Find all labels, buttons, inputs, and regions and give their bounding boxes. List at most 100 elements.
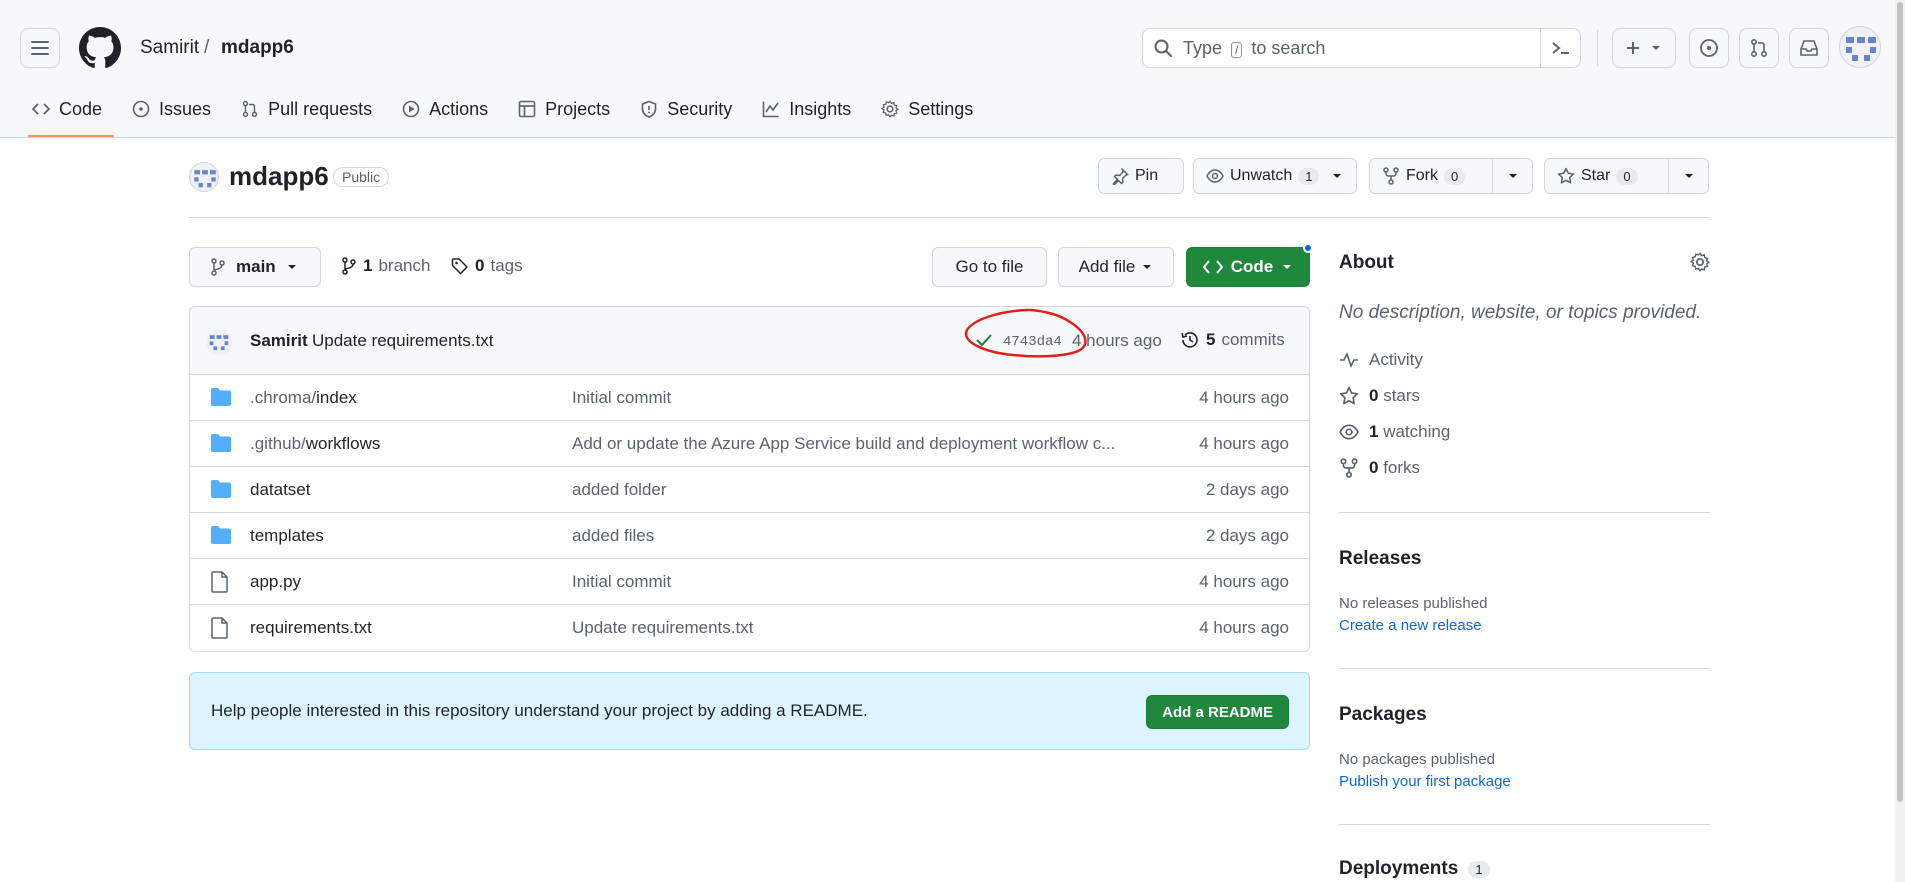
tab-security[interactable]: Security bbox=[628, 90, 744, 128]
tab-insights[interactable]: Insights bbox=[750, 90, 863, 128]
tag-label: tags bbox=[490, 256, 523, 275]
branch-count: 1 bbox=[363, 256, 373, 275]
search-input[interactable]: Type / to search bbox=[1142, 28, 1581, 68]
inbox-icon bbox=[1800, 40, 1818, 56]
file-list: Samirit Update requirements.txt 4743da4 … bbox=[189, 306, 1310, 652]
tags-link[interactable]: 0 tags bbox=[451, 256, 523, 276]
repo-nav: Code Issues Pull requests Actions Projec… bbox=[20, 90, 991, 138]
commits-history-link[interactable]: 5 commits bbox=[1180, 330, 1285, 350]
publish-package-link[interactable]: Publish your first package bbox=[1339, 773, 1511, 790]
tab-label: Insights bbox=[789, 98, 852, 119]
readme-prompt-text: Help people interested in this repositor… bbox=[211, 701, 868, 720]
go-to-file-button[interactable]: Go to file bbox=[932, 247, 1047, 287]
file-name-link[interactable]: requirements.txt bbox=[250, 618, 372, 638]
stars-link[interactable]: 0 stars bbox=[1339, 386, 1420, 406]
user-avatar[interactable] bbox=[1839, 26, 1881, 68]
history-icon bbox=[1181, 332, 1198, 348]
issues-button[interactable] bbox=[1689, 28, 1729, 68]
file-name-link[interactable]: templates bbox=[250, 526, 324, 546]
fork-dropdown-button[interactable] bbox=[1492, 159, 1532, 193]
file-row[interactable]: app.py Initial commit 4 hours ago bbox=[190, 559, 1309, 605]
identicon-icon bbox=[194, 170, 216, 188]
commit-label: commits bbox=[1221, 330, 1285, 349]
file-age: 4 hours ago bbox=[1199, 434, 1289, 453]
star-label: Star bbox=[1581, 167, 1611, 184]
deployments-heading[interactable]: Deployments 1 bbox=[1339, 858, 1490, 880]
file-commit-message[interactable]: Add or update the Azure App Service buil… bbox=[572, 434, 1137, 454]
header-divider bbox=[1597, 30, 1598, 66]
releases-empty-text: No releases published bbox=[1339, 595, 1488, 612]
tab-settings[interactable]: Settings bbox=[869, 90, 985, 128]
file-commit-message[interactable]: Initial commit bbox=[572, 388, 1137, 408]
fork-button[interactable]: Fork 0 bbox=[1369, 158, 1533, 194]
triangle-down-icon bbox=[1143, 265, 1152, 269]
file-age: 4 hours ago bbox=[1199, 572, 1289, 591]
file-row[interactable]: .github/workflows Add or update the Azur… bbox=[190, 421, 1309, 467]
inbox-button[interactable] bbox=[1789, 28, 1829, 68]
add-file-button[interactable]: Add file bbox=[1058, 247, 1174, 287]
file-row[interactable]: .chroma/index Initial commit 4 hours ago bbox=[190, 375, 1309, 421]
file-name-link[interactable]: datatset bbox=[250, 480, 311, 500]
file-name-link[interactable]: .github/workflows bbox=[250, 434, 380, 454]
branch-name: main bbox=[236, 257, 276, 276]
github-logo-icon[interactable] bbox=[79, 27, 121, 69]
create-new-button[interactable] bbox=[1612, 28, 1676, 68]
folder-icon bbox=[211, 388, 231, 406]
file-commit-message[interactable]: added files bbox=[572, 526, 1137, 546]
file-commit-message[interactable]: Update requirements.txt bbox=[572, 618, 1137, 638]
issue-opened-icon bbox=[1700, 39, 1718, 57]
create-release-link[interactable]: Create a new release bbox=[1339, 617, 1482, 634]
file-age: 2 days ago bbox=[1205, 480, 1289, 499]
forks-label: forks bbox=[1383, 458, 1421, 477]
file-commit-message[interactable]: added folder bbox=[572, 480, 1137, 500]
star-dropdown-button[interactable] bbox=[1668, 159, 1708, 193]
repo-forked-icon bbox=[1383, 167, 1399, 185]
file-row[interactable]: datatset added folder 2 days ago bbox=[190, 467, 1309, 513]
forks-link[interactable]: 0 forks bbox=[1339, 458, 1420, 478]
watch-button[interactable]: Unwatch 1 bbox=[1193, 158, 1357, 194]
scrollbar-thumb[interactable] bbox=[1897, 2, 1903, 802]
git-pull-request-icon bbox=[1750, 38, 1768, 58]
file-name-link[interactable]: .chroma/index bbox=[250, 388, 357, 408]
star-button[interactable]: Star 0 bbox=[1544, 158, 1709, 194]
pin-button[interactable]: Pin bbox=[1098, 158, 1184, 194]
graph-icon bbox=[762, 101, 779, 118]
branch-select-button[interactable]: main bbox=[189, 247, 321, 287]
code-button[interactable]: Code bbox=[1186, 247, 1310, 287]
branches-link[interactable]: 1 branch bbox=[341, 256, 430, 276]
play-icon bbox=[402, 100, 420, 118]
deployments-count: 1 bbox=[1468, 860, 1490, 878]
hamburger-icon bbox=[31, 41, 49, 55]
tab-actions[interactable]: Actions bbox=[390, 90, 500, 128]
menu-button[interactable] bbox=[20, 28, 60, 68]
commit-author[interactable]: Samirit bbox=[250, 331, 308, 351]
file-row[interactable]: templates added files 2 days ago bbox=[190, 513, 1309, 559]
repo-title[interactable]: mdapp6 bbox=[229, 161, 329, 192]
owner-avatar[interactable] bbox=[189, 162, 219, 192]
add-readme-button[interactable]: Add a README bbox=[1146, 695, 1289, 729]
pull-requests-button[interactable] bbox=[1739, 28, 1779, 68]
breadcrumb-repo[interactable]: mdapp6 bbox=[221, 37, 294, 59]
breadcrumb-owner[interactable]: Samirit bbox=[140, 37, 199, 59]
file-name-link[interactable]: app.py bbox=[250, 572, 301, 592]
page-scrollbar[interactable] bbox=[1895, 0, 1905, 882]
tab-projects[interactable]: Projects bbox=[506, 90, 622, 128]
releases-heading[interactable]: Releases bbox=[1339, 548, 1421, 570]
tab-issues[interactable]: Issues bbox=[120, 90, 223, 128]
tab-code[interactable]: Code bbox=[20, 90, 115, 137]
commit-author-avatar[interactable] bbox=[206, 329, 232, 355]
activity-link[interactable]: Activity bbox=[1339, 350, 1423, 370]
sidebar-divider bbox=[1339, 512, 1710, 513]
watching-link[interactable]: 1 watching bbox=[1339, 422, 1450, 442]
tab-pull-requests[interactable]: Pull requests bbox=[229, 90, 384, 128]
sidebar-divider bbox=[1339, 668, 1710, 669]
packages-heading[interactable]: Packages bbox=[1339, 704, 1427, 726]
commit-message[interactable]: Update requirements.txt bbox=[312, 331, 493, 351]
command-palette-button[interactable] bbox=[1540, 29, 1580, 67]
file-row[interactable]: requirements.txt Update requirements.txt… bbox=[190, 605, 1309, 651]
stars-count: 0 bbox=[1369, 386, 1379, 405]
repo-forked-icon bbox=[1340, 458, 1358, 478]
gear-icon[interactable] bbox=[1690, 252, 1710, 272]
file-commit-message[interactable]: Initial commit bbox=[572, 572, 1137, 592]
watch-count: 1 bbox=[1298, 167, 1320, 185]
